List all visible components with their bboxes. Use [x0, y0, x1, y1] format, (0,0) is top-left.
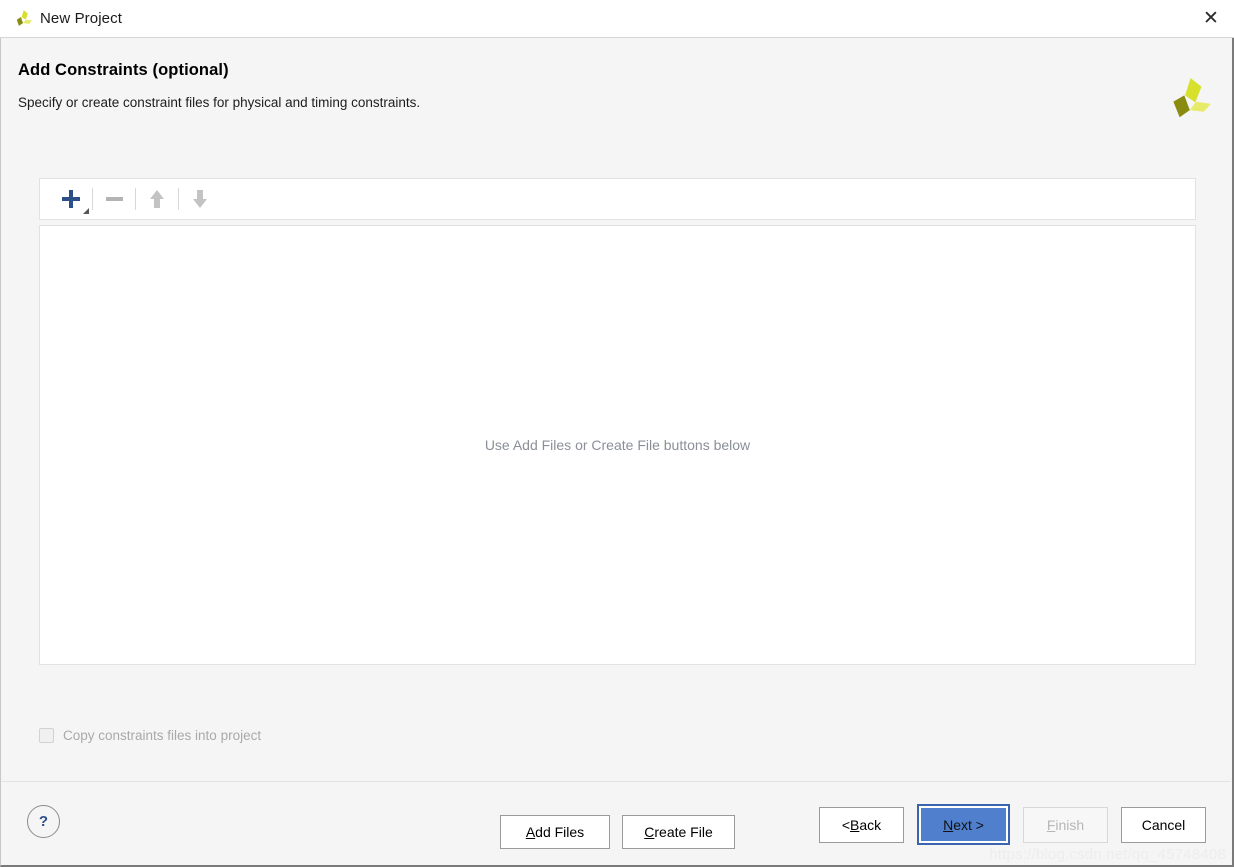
close-icon[interactable]: ✕: [1188, 0, 1234, 37]
new-project-dialog: New Project ✕ Add Constraints (optional)…: [0, 0, 1234, 867]
next-button[interactable]: Next >: [917, 804, 1010, 845]
arrow-down-icon: [193, 190, 207, 208]
add-files-mnemonic: A: [525, 824, 536, 840]
page-title: Add Constraints (optional): [18, 61, 229, 79]
back-prefix: <: [841, 816, 851, 833]
next-label: ext >: [953, 816, 984, 833]
arrow-up-icon: [150, 190, 164, 208]
add-files-label: dd Files: [535, 824, 585, 840]
create-file-button[interactable]: Create File: [622, 815, 735, 849]
window-title: New Project: [40, 10, 122, 27]
back-button[interactable]: < Back: [819, 806, 904, 843]
title-bar: New Project ✕: [0, 0, 1234, 38]
copy-constraints-row[interactable]: Copy constraints files into project: [39, 728, 261, 743]
files-toolbar: [39, 178, 1196, 220]
copy-constraints-label: Copy constraints files into project: [63, 728, 262, 743]
copy-constraints-checkbox[interactable]: [39, 728, 54, 743]
cancel-label: Cancel: [1141, 816, 1186, 833]
constraints-file-list[interactable]: Use Add Files or Create File buttons bel…: [39, 225, 1196, 665]
minus-icon: [105, 197, 123, 201]
finish-label: inish: [1055, 816, 1085, 833]
footer-divider: [1, 781, 1231, 782]
watermark-text: https://blog.csdn.net/qq_45748408: [989, 846, 1226, 863]
move-down-button[interactable]: [179, 179, 221, 219]
back-label: ack: [859, 816, 882, 833]
back-mnemonic: B: [850, 816, 860, 833]
next-mnemonic: N: [943, 816, 954, 833]
help-button[interactable]: ?: [27, 805, 60, 838]
add-constraint-button[interactable]: [50, 179, 92, 219]
add-files-button[interactable]: Add Files: [500, 815, 610, 849]
vivado-pinwheel-logo-icon: [16, 9, 32, 26]
plus-icon: [61, 189, 81, 209]
remove-constraint-button[interactable]: [93, 179, 135, 219]
move-up-button[interactable]: [136, 179, 178, 219]
dialog-body: Add Constraints (optional) Specify or cr…: [0, 38, 1234, 867]
chevron-down-icon: [83, 208, 89, 214]
finish-mnemonic: F: [1046, 816, 1056, 833]
empty-list-message: Use Add Files or Create File buttons bel…: [484, 437, 751, 453]
cancel-button[interactable]: Cancel: [1121, 806, 1206, 843]
constraints-files-panel: Use Add Files or Create File buttons bel…: [39, 178, 1196, 849]
wizard-nav-buttons: < Back Next > Finish Cancel: [819, 804, 1206, 845]
finish-button: Finish: [1023, 806, 1108, 843]
create-file-mnemonic: C: [644, 824, 655, 840]
brand-pinwheel-logo-icon: [1173, 78, 1211, 118]
page-subtitle: Specify or create constraint files for p…: [18, 95, 421, 110]
create-file-label: reate File: [654, 824, 713, 840]
